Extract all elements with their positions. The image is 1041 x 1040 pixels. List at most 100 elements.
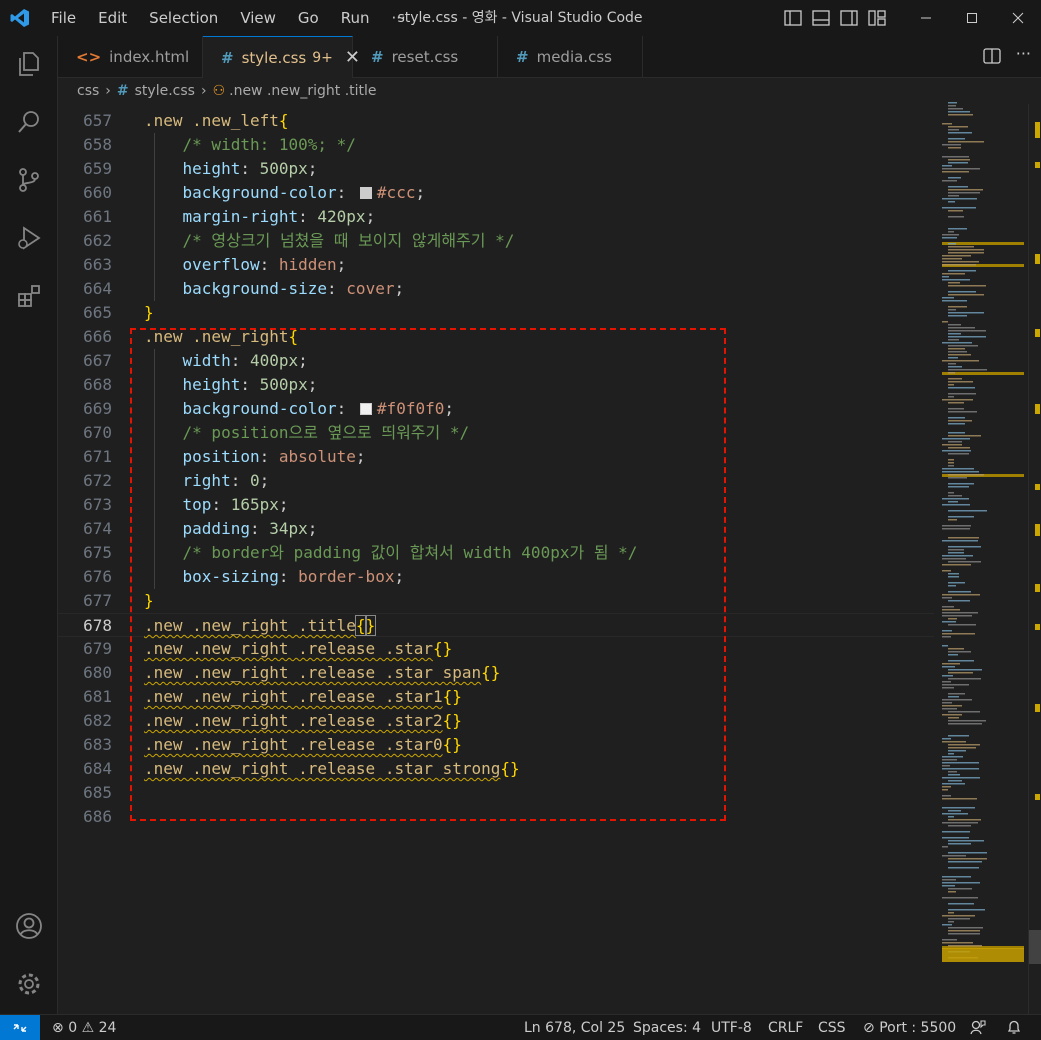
- menu-selection[interactable]: Selection: [138, 0, 229, 36]
- customize-layout-icon[interactable]: [867, 8, 887, 28]
- settings-gear-icon[interactable]: [0, 960, 58, 1008]
- code-line: 676 box-sizing: border-box;: [83, 567, 405, 586]
- code-line: 681 .new .new_right .release .star1{}: [83, 687, 462, 706]
- css-file-icon: #: [371, 48, 384, 66]
- extensions-icon[interactable]: [0, 272, 58, 320]
- tab-index-html[interactable]: <> index.html: [58, 36, 203, 78]
- run-debug-icon[interactable]: [0, 214, 58, 262]
- search-icon[interactable]: [0, 98, 58, 146]
- explorer-icon[interactable]: [0, 40, 58, 88]
- code-line: 682 .new .new_right .release .star2{}: [83, 711, 462, 730]
- menu-file[interactable]: File: [40, 0, 87, 36]
- css-selector-symbol-icon: ⚇: [212, 83, 226, 99]
- tab-media-css[interactable]: # media.css: [498, 36, 643, 78]
- line-ending[interactable]: CRLF: [768, 1015, 803, 1040]
- code-line: 672 right: 0;: [83, 471, 270, 490]
- error-count: 0: [68, 1020, 78, 1036]
- code-line: 665}: [83, 303, 154, 322]
- color-swatch[interactable]: [359, 403, 372, 415]
- code-line: 662 /* 영상크기 넘쳤을 때 보이지 않게해주기 */: [83, 231, 515, 250]
- status-bar: ⊗ 0 ⚠ 24 Ln 678, Col 25 Spaces: 4 UTF-8 …: [0, 1014, 1041, 1040]
- minimap[interactable]: [934, 78, 1028, 1014]
- indentation[interactable]: Spaces: 4: [633, 1015, 701, 1040]
- tab-reset-css[interactable]: # reset.css: [353, 36, 498, 78]
- code-line: 666 .new .new_right{: [83, 327, 299, 346]
- html-file-icon: <>: [76, 48, 102, 66]
- code-line: 657 .new .new_left{: [83, 111, 289, 130]
- close-window-icon[interactable]: [995, 0, 1041, 36]
- css-file-icon: #: [221, 48, 234, 67]
- code-line: 677}: [83, 591, 154, 610]
- code-line: 674 padding: 34px;: [83, 519, 318, 538]
- editor-tab-bar: <> index.html # style.css 9+ ✕ # reset.c…: [58, 36, 1041, 78]
- tab-style-css[interactable]: # style.css 9+ ✕: [203, 36, 360, 78]
- language-mode[interactable]: CSS: [818, 1015, 846, 1040]
- minimize-icon[interactable]: [903, 0, 949, 36]
- code-line: 660 background-color: #ccc;: [83, 183, 426, 202]
- breadcrumb-folder[interactable]: css: [77, 83, 99, 99]
- toggle-primary-sidebar-icon[interactable]: [783, 8, 803, 28]
- layout-controls: [783, 8, 887, 28]
- vscode-logo-icon: [0, 0, 40, 36]
- toggle-secondary-sidebar-icon[interactable]: [839, 8, 859, 28]
- tab-label: reset.css: [391, 48, 459, 66]
- code-line: 675 /* border와 padding 값이 합쳐서 width 400p…: [83, 543, 638, 562]
- code-line: 685: [83, 783, 112, 802]
- toggle-panel-icon[interactable]: [811, 8, 831, 28]
- code-line: 673 top: 165px;: [83, 495, 289, 514]
- live-server-port[interactable]: ⊘ Port : 5500: [863, 1015, 956, 1040]
- code-line: 680 .new .new_right .release .star span{}: [83, 663, 501, 682]
- vertical-scrollbar[interactable]: [1028, 104, 1041, 1014]
- code-line: 670 /* position으로 옆으로 띄워주기 */: [83, 423, 470, 442]
- code-editor[interactable]: 657 .new .new_left{ 658 /* width: 100%; *…: [58, 104, 934, 1014]
- code-line: 671 position: absolute;: [83, 447, 366, 466]
- cursor-position[interactable]: Ln 678, Col 25: [524, 1015, 625, 1040]
- more-actions-icon[interactable]: ···: [1016, 44, 1031, 63]
- breadcrumb-symbol[interactable]: .new .new_right .title: [229, 83, 376, 99]
- css-file-icon: #: [516, 48, 529, 66]
- code-line: 659 height: 500px;: [83, 159, 318, 178]
- source-control-icon[interactable]: [0, 156, 58, 204]
- warning-icon: ⚠: [81, 1020, 95, 1036]
- color-swatch[interactable]: [359, 187, 372, 199]
- minimap-content: [942, 102, 1024, 962]
- chevron-right-icon: ›: [105, 83, 111, 99]
- code-line: 669 background-color: #f0f0f0;: [83, 399, 454, 418]
- breadcrumb: css › # style.css › ⚇ .new .new_right .t…: [58, 78, 934, 104]
- encoding[interactable]: UTF-8: [711, 1015, 752, 1040]
- notifications-bell-icon[interactable]: [1006, 1015, 1022, 1040]
- code-line: 686: [83, 807, 112, 826]
- code-line: 684 .new .new_right .release .star strong…: [83, 759, 520, 778]
- code-line: 679 .new .new_right .release .star{}: [83, 639, 453, 658]
- code-line: 668 height: 500px;: [83, 375, 318, 394]
- split-editor-icon[interactable]: [983, 47, 1001, 69]
- code-line: 683 .new .new_right .release .star0{}: [83, 735, 462, 754]
- menu-edit[interactable]: Edit: [87, 0, 138, 36]
- code-line: 667 width: 400px;: [83, 351, 308, 370]
- chevron-right-icon: ›: [200, 83, 207, 99]
- prohibited-icon: ⊘: [863, 1020, 875, 1036]
- css-file-icon: #: [116, 83, 129, 99]
- code-line: 664 background-size: cover;: [83, 279, 405, 298]
- menu-view[interactable]: View: [229, 0, 287, 36]
- title-bar: File Edit Selection View Go Run ··· styl…: [0, 0, 1041, 36]
- maximize-icon[interactable]: [949, 0, 995, 36]
- code-line: 658 /* width: 100%; */: [83, 135, 356, 154]
- code-line: 661 margin-right: 420px;: [83, 207, 376, 226]
- current-code-line: 678 .new .new_right .title{}: [58, 613, 934, 637]
- breadcrumb-file[interactable]: style.css: [135, 83, 195, 99]
- tab-label: media.css: [536, 48, 612, 66]
- window-controls: [903, 0, 1041, 36]
- menu-go[interactable]: Go: [287, 0, 330, 36]
- remote-indicator-icon[interactable]: [0, 1015, 40, 1040]
- error-icon: ⊗: [52, 1020, 64, 1036]
- problems-badge: 9+: [312, 49, 333, 66]
- tab-label: style.css: [241, 48, 307, 67]
- warning-count: 24: [98, 1020, 117, 1036]
- accounts-icon[interactable]: [0, 902, 58, 950]
- feedback-icon[interactable]: [970, 1015, 986, 1040]
- activity-bar: [0, 36, 58, 1014]
- problems-indicator[interactable]: ⊗ 0 ⚠ 24: [52, 1015, 116, 1040]
- tab-label: index.html: [109, 48, 190, 66]
- code-line: 663 overflow: hidden;: [83, 255, 347, 274]
